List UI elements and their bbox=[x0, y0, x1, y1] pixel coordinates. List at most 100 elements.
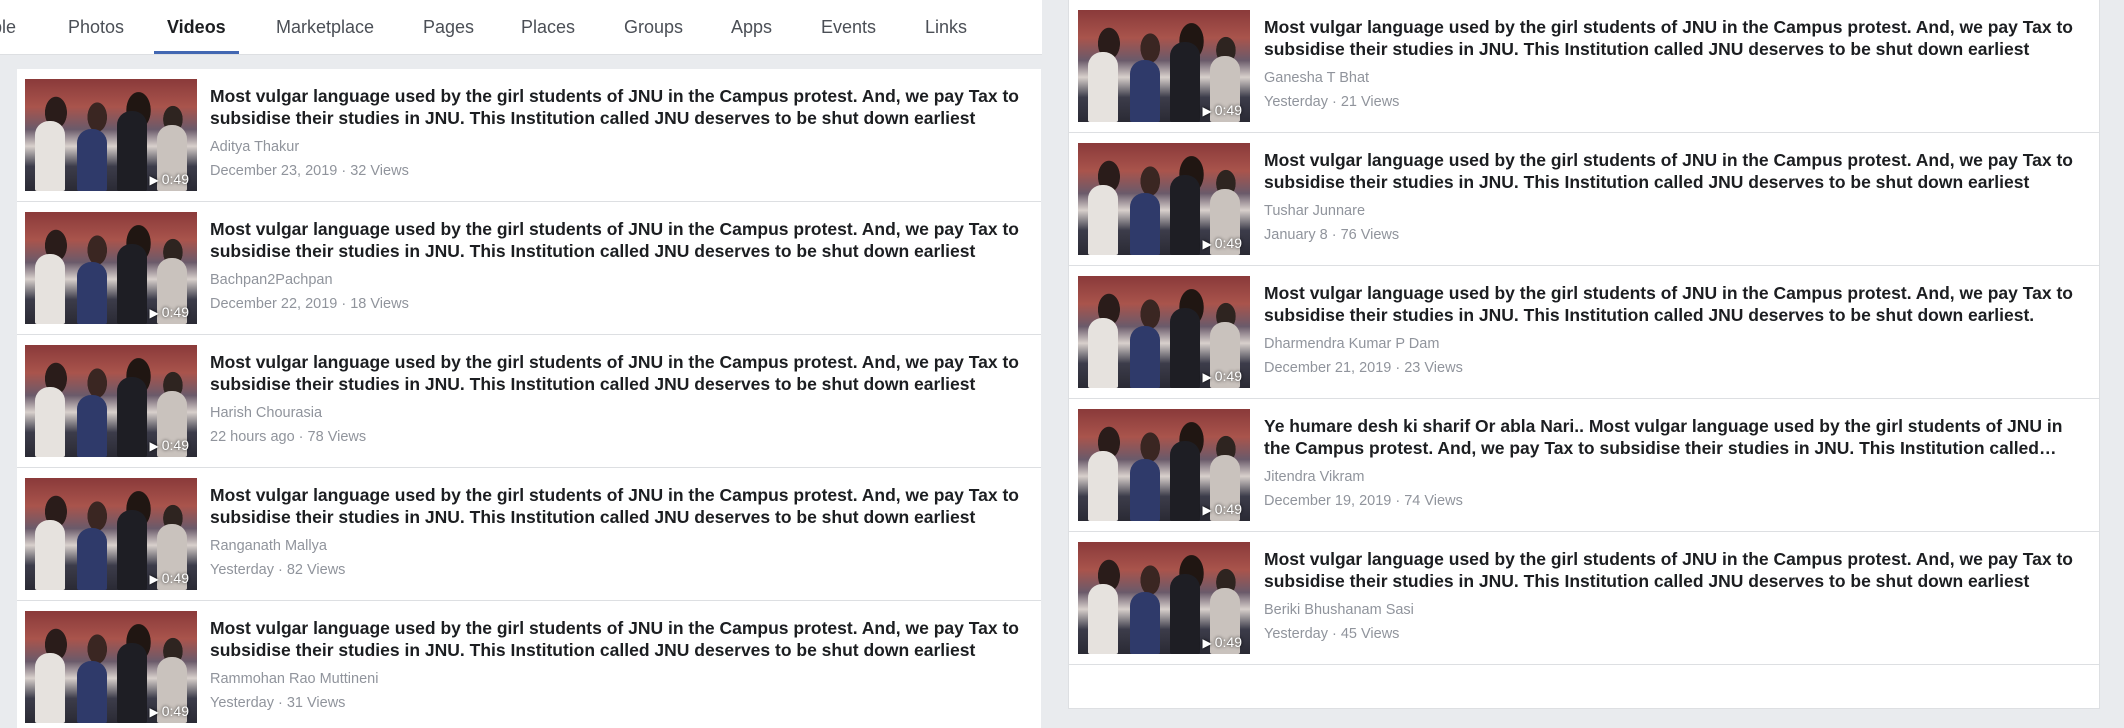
video-author[interactable]: Jitendra Vikram bbox=[1264, 469, 1364, 485]
tab-ple[interactable]: ple bbox=[0, 0, 16, 54]
duration-text: 0:49 bbox=[1214, 102, 1242, 118]
duration-text: 0:49 bbox=[161, 437, 189, 453]
video-duration: ▶ 0:49 bbox=[150, 570, 189, 586]
play-icon: ▶ bbox=[1202, 104, 1212, 118]
video-thumbnail[interactable]: ▶ 0:49 bbox=[25, 478, 197, 590]
tab-groups[interactable]: Groups bbox=[624, 0, 683, 54]
video-result[interactable]: ▶ 0:49 Most vulgar language used by the g… bbox=[1069, 0, 2099, 133]
thumbnail-figure bbox=[1088, 584, 1118, 654]
video-meta: December 22, 2019 · 18 Views bbox=[210, 296, 409, 312]
play-icon: ▶ bbox=[149, 705, 159, 719]
thumbnail-figure bbox=[117, 111, 147, 191]
video-thumbnail[interactable]: ▶ 0:49 bbox=[25, 79, 197, 191]
play-icon: ▶ bbox=[149, 306, 159, 320]
video-meta: Yesterday · 45 Views bbox=[1264, 626, 1400, 642]
video-thumbnail[interactable]: ▶ 0:49 bbox=[1078, 542, 1250, 654]
video-result[interactable]: ▶ 0:49 Ye humare desh ki sharif Or abla N… bbox=[1069, 399, 2099, 532]
video-title[interactable]: Most vulgar language used by the girl st… bbox=[210, 617, 1030, 661]
tab-pages[interactable]: Pages bbox=[423, 0, 474, 54]
video-title[interactable]: Most vulgar language used by the girl st… bbox=[1264, 282, 2074, 326]
play-icon: ▶ bbox=[1202, 636, 1212, 650]
duration-text: 0:49 bbox=[161, 703, 189, 719]
video-thumbnail[interactable]: ▶ 0:49 bbox=[1078, 143, 1250, 255]
video-title[interactable]: Ye humare desh ki sharif Or abla Nari.. … bbox=[1264, 415, 2074, 459]
video-thumbnail[interactable]: ▶ 0:49 bbox=[1078, 409, 1250, 521]
duration-text: 0:49 bbox=[161, 570, 189, 586]
video-meta: Yesterday · 21 Views bbox=[1264, 94, 1400, 110]
video-author[interactable]: Harish Chourasia bbox=[210, 405, 322, 421]
video-result[interactable]: ▶ 0:49 Most vulgar language used by the g… bbox=[1069, 532, 2099, 665]
duration-text: 0:49 bbox=[1214, 368, 1242, 384]
thumbnail-figure bbox=[1170, 441, 1200, 521]
video-author[interactable]: Bachpan2Pachpan bbox=[210, 272, 333, 288]
video-result[interactable]: ▶ 0:49 Most vulgar language used by the g… bbox=[17, 468, 1041, 601]
video-duration: ▶ 0:49 bbox=[150, 703, 189, 719]
play-icon: ▶ bbox=[1202, 237, 1212, 251]
video-meta: December 19, 2019 · 74 Views bbox=[1264, 493, 1463, 509]
video-meta: 22 hours ago · 78 Views bbox=[210, 429, 367, 445]
video-result[interactable]: ▶ 0:49 Most vulgar language used by the g… bbox=[17, 69, 1041, 202]
thumbnail-figure bbox=[117, 643, 147, 723]
video-result[interactable]: ▶ 0:49 Most vulgar language used by the g… bbox=[17, 335, 1041, 468]
thumbnail-figure bbox=[77, 129, 107, 191]
thumbnail-figure bbox=[35, 254, 65, 324]
video-title[interactable]: Most vulgar language used by the girl st… bbox=[1264, 16, 2074, 60]
tab-marketplace[interactable]: Marketplace bbox=[276, 0, 374, 54]
thumbnail-figure bbox=[1170, 308, 1200, 388]
tab-places[interactable]: Places bbox=[521, 0, 575, 54]
thumbnail-figure bbox=[35, 387, 65, 457]
video-title[interactable]: Most vulgar language used by the girl st… bbox=[210, 85, 1030, 129]
tab-links[interactable]: Links bbox=[925, 0, 967, 54]
video-author[interactable]: Ganesha T Bhat bbox=[1264, 70, 1369, 86]
duration-text: 0:49 bbox=[161, 304, 189, 320]
video-thumbnail[interactable]: ▶ 0:49 bbox=[25, 611, 197, 723]
thumbnail-figure bbox=[117, 244, 147, 324]
tab-photos[interactable]: Photos bbox=[68, 0, 124, 54]
thumbnail-figure bbox=[1088, 318, 1118, 388]
video-duration: ▶ 0:49 bbox=[1203, 235, 1242, 251]
video-title[interactable]: Most vulgar language used by the girl st… bbox=[210, 351, 1030, 395]
video-duration: ▶ 0:49 bbox=[1203, 102, 1242, 118]
video-author[interactable]: Aditya Thakur bbox=[210, 139, 299, 155]
video-author[interactable]: Ranganath Mallya bbox=[210, 538, 327, 554]
tab-apps[interactable]: Apps bbox=[731, 0, 772, 54]
video-duration: ▶ 0:49 bbox=[1203, 501, 1242, 517]
tab-events[interactable]: Events bbox=[821, 0, 876, 54]
thumbnail-figure bbox=[117, 510, 147, 590]
video-results-list: ▶ 0:49 Most vulgar language used by the g… bbox=[17, 69, 1041, 728]
thumbnail-figure bbox=[1170, 42, 1200, 122]
right-panel: ▶0:49 Yesterday · 32 Views ▶0:49 Most vu… bbox=[1068, 0, 2100, 709]
video-duration: ▶ 0:49 bbox=[150, 171, 189, 187]
video-result[interactable]: ▶ 0:49 Most vulgar language used by the g… bbox=[1069, 133, 2099, 266]
left-panel: ple Photos Videos Marketplace Pages Places Gro… bbox=[0, 0, 1042, 728]
play-icon: ▶ bbox=[149, 439, 159, 453]
video-duration: ▶ 0:49 bbox=[150, 437, 189, 453]
video-meta: December 21, 2019 · 23 Views bbox=[1264, 360, 1463, 376]
video-duration: ▶ 0:49 bbox=[1203, 368, 1242, 384]
video-title[interactable]: Most vulgar language used by the girl st… bbox=[210, 218, 1030, 262]
video-title[interactable]: Most vulgar language used by the girl st… bbox=[1264, 149, 2074, 193]
video-result[interactable]: ▶ 0:49 Most vulgar language used by the g… bbox=[1069, 266, 2099, 399]
play-icon: ▶ bbox=[1202, 370, 1212, 384]
play-icon: ▶ bbox=[149, 173, 159, 187]
video-duration: ▶ 0:49 bbox=[1203, 634, 1242, 650]
thumbnail-figure bbox=[1088, 52, 1118, 122]
video-author[interactable]: Beriki Bhushanam Sasi bbox=[1264, 602, 1414, 618]
thumbnail-figure bbox=[77, 262, 107, 324]
video-author[interactable]: Tushar Junnare bbox=[1264, 203, 1365, 219]
video-thumbnail[interactable]: ▶ 0:49 bbox=[25, 345, 197, 457]
video-title[interactable]: Most vulgar language used by the girl st… bbox=[1264, 548, 2074, 592]
thumbnail-figure bbox=[35, 520, 65, 590]
video-author[interactable]: Dharmendra Kumar P Dam bbox=[1264, 336, 1439, 352]
video-title[interactable]: Most vulgar language used by the girl st… bbox=[210, 484, 1030, 528]
video-thumbnail[interactable]: ▶ 0:49 bbox=[25, 212, 197, 324]
video-thumbnail[interactable]: ▶ 0:49 bbox=[1078, 276, 1250, 388]
thumbnail-figure bbox=[1130, 459, 1160, 521]
video-result[interactable]: ▶ 0:49 Most vulgar language used by the g… bbox=[17, 202, 1041, 335]
thumbnail-figure bbox=[1170, 574, 1200, 654]
video-author[interactable]: Rammohan Rao Muttineni bbox=[210, 671, 378, 687]
tab-videos[interactable]: Videos bbox=[154, 0, 239, 54]
video-result[interactable]: ▶ 0:49 Most vulgar language used by the g… bbox=[17, 601, 1041, 728]
video-thumbnail[interactable]: ▶ 0:49 bbox=[1078, 10, 1250, 122]
duration-text: 0:49 bbox=[1214, 501, 1242, 517]
